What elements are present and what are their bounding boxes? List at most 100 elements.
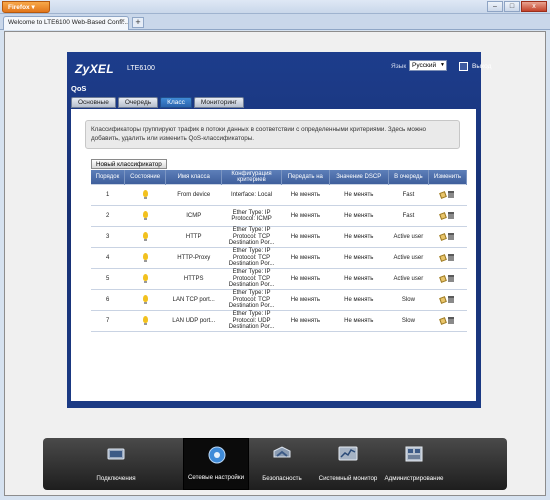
row-state xyxy=(124,226,166,248)
edit-icon[interactable] xyxy=(439,316,448,325)
row-class-name: LAN TCP port... xyxy=(165,289,222,311)
row-forward: Не менять xyxy=(281,226,330,248)
trash-icon[interactable] xyxy=(448,296,455,304)
chevron-down-icon: ▼ xyxy=(440,62,445,68)
row-criteria: Ether Type: IP Protocol: UDP Destination… xyxy=(221,310,282,332)
row-actions xyxy=(428,205,467,227)
row-criteria: Ether Type: IP Protocol: TCP Destination… xyxy=(221,226,282,248)
router-app-panel: ZyXEL LTE6100 Язык Русский ▼ Выход QoS О… xyxy=(67,52,491,408)
row-class-name: HTTP xyxy=(165,226,222,248)
dock-item-connections[interactable]: Подключения xyxy=(83,438,149,490)
edit-icon[interactable] xyxy=(439,274,448,283)
minimize-button[interactable]: – xyxy=(487,1,503,12)
table-row: 2 ICMP Ether Type: IP Protocol: ICMP Не … xyxy=(91,205,467,227)
window-titlebar: Firefox ▾ – □ x xyxy=(0,0,550,14)
row-order: 3 xyxy=(91,226,125,248)
row-criteria: Interface: Local xyxy=(221,184,282,206)
row-state xyxy=(124,289,166,311)
row-dscp: Не менять xyxy=(329,247,389,269)
row-dscp: Не менять xyxy=(329,226,389,248)
row-queue: Fast xyxy=(388,184,429,206)
tab-basic[interactable]: Основные xyxy=(71,97,116,108)
edit-icon[interactable] xyxy=(439,295,448,304)
row-dscp: Не менять xyxy=(329,268,389,290)
col-class-name: Имя класса xyxy=(165,170,223,185)
row-state xyxy=(124,205,166,227)
tab-monitoring[interactable]: Мониторинг xyxy=(193,97,244,108)
trash-icon[interactable] xyxy=(448,317,455,325)
new-classifier-button[interactable]: Новый классификатор xyxy=(91,159,167,169)
row-order: 6 xyxy=(91,289,125,311)
tab-class[interactable]: Класс xyxy=(160,97,192,108)
page-title: QoS xyxy=(71,84,87,93)
zyxel-logo: ZyXEL xyxy=(75,62,114,76)
language-select[interactable]: Русский ▼ xyxy=(409,60,447,71)
logout-link[interactable]: Выход xyxy=(459,62,491,71)
row-order: 5 xyxy=(91,268,125,290)
tab-strip: Welcome to LTE6100 Web-Based Confi... × … xyxy=(0,14,550,30)
bulb-icon[interactable] xyxy=(142,316,148,326)
col-order: Порядок xyxy=(91,170,125,185)
table-row: 5 HTTPS Ether Type: IP Protocol: TCP Des… xyxy=(91,268,467,290)
edit-icon[interactable] xyxy=(439,211,448,220)
edit-icon[interactable] xyxy=(439,253,448,262)
row-dscp: Не менять xyxy=(329,205,389,227)
dock-label: Системный монитор xyxy=(318,475,378,482)
table-row: 6 LAN TCP port... Ether Type: IP Protoco… xyxy=(91,289,467,311)
logout-icon xyxy=(459,62,468,71)
bulb-icon[interactable] xyxy=(142,274,148,284)
row-dscp: Не менять xyxy=(329,289,389,311)
dock-item-security[interactable]: Безопасность xyxy=(249,438,315,490)
language-value: Русский xyxy=(412,62,437,69)
col-forward: Передать на xyxy=(281,170,330,185)
tab-close-icon[interactable]: × xyxy=(121,18,125,25)
dock-item-system-monitor[interactable]: Системный монитор xyxy=(315,438,381,490)
firefox-menu-label: Firefox xyxy=(8,4,30,11)
row-class-name: From device xyxy=(165,184,222,206)
trash-icon[interactable] xyxy=(448,212,455,220)
row-actions xyxy=(428,268,467,290)
row-forward: Не менять xyxy=(281,205,330,227)
classifier-table: Порядок Состояние Имя класса Конфигураци… xyxy=(91,170,468,332)
bulb-icon[interactable] xyxy=(142,190,148,200)
row-class-name: HTTP-Proxy xyxy=(165,247,222,269)
subtabs: Основные Очередь Класс Мониторинг xyxy=(71,97,244,108)
row-queue: Active user xyxy=(388,268,429,290)
dock-item-administration[interactable]: Администрирование xyxy=(381,438,447,490)
edit-icon[interactable] xyxy=(439,190,448,199)
row-criteria: Ether Type: IP Protocol: TCP Destination… xyxy=(221,247,282,269)
tab-queue[interactable]: Очередь xyxy=(117,97,159,108)
trash-icon[interactable] xyxy=(448,275,455,283)
table-row: 3 HTTP Ether Type: IP Protocol: TCP Dest… xyxy=(91,226,467,248)
maximize-button[interactable]: □ xyxy=(504,1,520,12)
administration-icon xyxy=(405,446,423,462)
browser-tab[interactable]: Welcome to LTE6100 Web-Based Confi... × xyxy=(3,16,129,30)
bulb-icon[interactable] xyxy=(142,211,148,221)
system-monitor-icon xyxy=(338,446,358,461)
col-state: Состояние xyxy=(124,170,167,185)
edit-icon[interactable] xyxy=(439,232,448,241)
trash-icon[interactable] xyxy=(448,233,455,241)
bulb-icon[interactable] xyxy=(142,253,148,263)
dock-label: Администрирование xyxy=(384,475,444,482)
row-forward: Не менять xyxy=(281,268,330,290)
content-panel: Классификаторы группируют трафик в поток… xyxy=(71,109,476,401)
row-actions xyxy=(428,289,467,311)
dock-item-network-settings[interactable]: Сетевые настройки xyxy=(183,438,249,490)
row-order: 7 xyxy=(91,310,125,332)
new-tab-button[interactable]: + xyxy=(132,17,144,28)
bottom-navigation-dock: Подключения Сетевые настройки Безопаснос… xyxy=(43,438,507,490)
col-criteria: Конфигурация критериев xyxy=(221,170,283,185)
row-state xyxy=(124,247,166,269)
table-header-row: Порядок Состояние Имя класса Конфигураци… xyxy=(91,170,468,185)
trash-icon[interactable] xyxy=(448,191,455,199)
table-row: 1 From device Interface: Local Не менять… xyxy=(91,184,467,206)
dock-label: Сетевые настройки xyxy=(187,474,245,481)
bulb-icon[interactable] xyxy=(142,295,148,305)
bulb-icon[interactable] xyxy=(142,232,148,242)
trash-icon[interactable] xyxy=(448,254,455,262)
close-window-button[interactable]: x xyxy=(521,1,547,12)
firefox-menu-button[interactable]: Firefox ▾ xyxy=(2,1,50,13)
language-label: Язык xyxy=(391,63,407,70)
browser-tab-title: Welcome to LTE6100 Web-Based Confi... xyxy=(8,19,128,26)
